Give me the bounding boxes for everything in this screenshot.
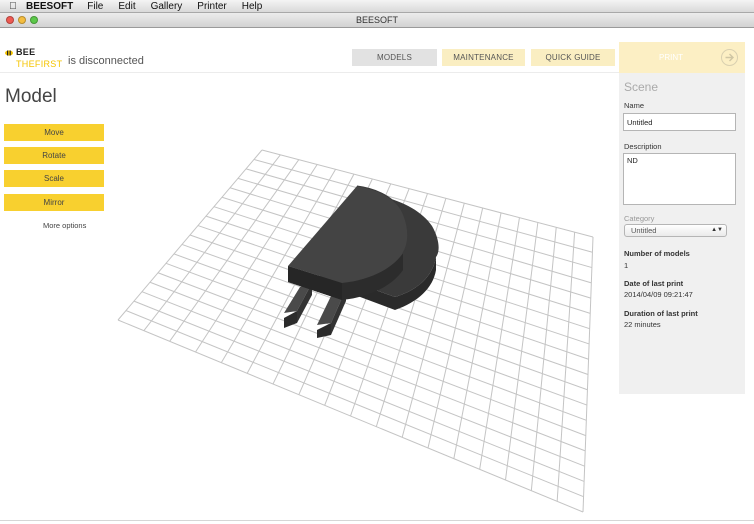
menu-gallery[interactable]: Gallery	[151, 0, 183, 13]
num-models-value: 1	[624, 261, 629, 270]
logo-text-bottom: THEFIRST	[16, 59, 63, 69]
last-print-date-value: 2014/04/09 09:21:47	[624, 290, 693, 299]
bee-icon	[5, 50, 13, 56]
more-options-link[interactable]: More options	[43, 221, 86, 230]
description-input[interactable]: ND	[623, 153, 736, 205]
tab-models[interactable]: MODELS	[352, 49, 437, 66]
arrow-right-icon	[721, 49, 738, 66]
menu-app-name[interactable]: BEESOFT	[26, 0, 73, 13]
menu-file[interactable]: File	[87, 0, 103, 13]
close-window-button[interactable]	[6, 16, 14, 24]
window-bottom-edge	[0, 520, 754, 521]
3d-model[interactable]	[284, 185, 439, 338]
last-print-date-label: Date of last print	[624, 279, 684, 288]
scene-heading: Scene	[624, 80, 659, 94]
menu-help[interactable]: Help	[242, 0, 263, 13]
category-label: Category	[624, 214, 655, 223]
category-select[interactable]: Untitled ▲▼	[624, 224, 727, 237]
chevron-updown-icon: ▲▼	[711, 227, 723, 233]
print-button[interactable]: PRINT	[619, 42, 745, 73]
printer-status: is disconnected	[68, 55, 144, 67]
rotate-button[interactable]: Rotate	[4, 147, 104, 164]
page-title: Model	[5, 86, 57, 107]
name-label: Name	[624, 101, 645, 110]
tab-quick-guide[interactable]: QUICK GUIDE	[531, 49, 615, 66]
description-label: Description	[624, 142, 662, 151]
window-title: BEESOFT	[355, 15, 398, 25]
logo-text-top: BEE	[16, 47, 36, 57]
name-input[interactable]	[623, 113, 736, 131]
apple-menu-icon[interactable]: 	[0, 1, 26, 12]
zoom-window-button[interactable]	[30, 16, 38, 24]
last-print-duration-label: Duration of last print	[624, 309, 698, 318]
mirror-button[interactable]: Mirror	[4, 194, 104, 211]
tab-maintenance[interactable]: MAINTENANCE	[442, 49, 525, 66]
print-button-label: PRINT	[659, 53, 683, 62]
window-controls	[6, 16, 38, 24]
category-selected-value: Untitled	[631, 226, 657, 235]
move-button[interactable]: Move	[4, 124, 104, 141]
window-title-bar: BEESOFT	[0, 13, 754, 28]
last-print-duration-value: 22 minutes	[624, 320, 661, 329]
minimize-window-button[interactable]	[18, 16, 26, 24]
scene-panel: Scene Name Description ND Category Untit…	[619, 73, 745, 394]
num-models-label: Number of models	[624, 249, 690, 258]
scale-button[interactable]: Scale	[4, 170, 104, 187]
beethefirst-logo: BEE THEFIRST	[4, 47, 62, 71]
menu-printer[interactable]: Printer	[197, 0, 226, 13]
menu-bar:  BEESOFT File Edit Gallery Printer Help	[0, 0, 754, 13]
menu-edit[interactable]: Edit	[118, 0, 135, 13]
